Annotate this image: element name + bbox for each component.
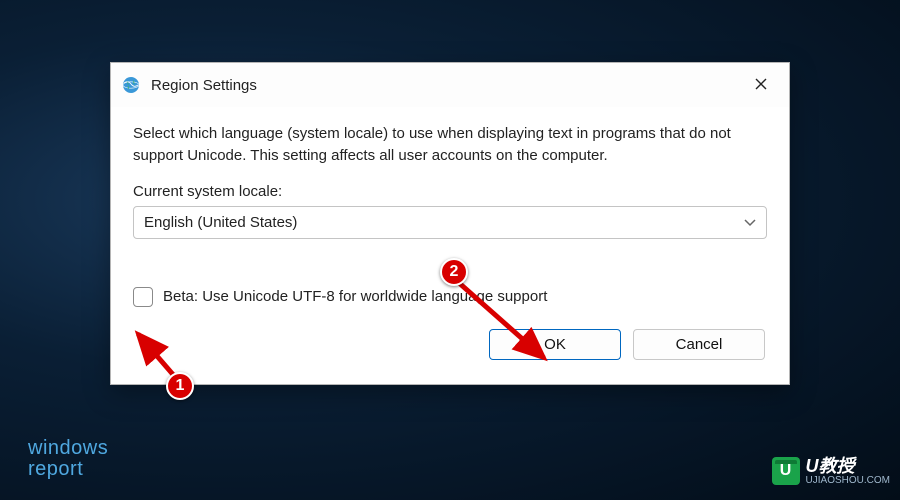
- utf8-checkbox[interactable]: [133, 287, 153, 307]
- annotation-arrow-2: [446, 270, 566, 370]
- watermark-left: windows report: [28, 438, 108, 480]
- watermark-text: U教授 UJIAOSHOU.COM: [806, 457, 890, 486]
- close-icon: [755, 75, 767, 95]
- chevron-down-icon: [744, 215, 756, 230]
- watermark-left-line1: windows: [28, 438, 108, 459]
- watermark-sub: UJIAOSHOU.COM: [806, 476, 890, 487]
- dialog-description: Select which language (system locale) to…: [133, 123, 767, 167]
- locale-dropdown[interactable]: English (United States): [133, 206, 767, 239]
- dialog-title: Region Settings: [151, 77, 743, 94]
- close-button[interactable]: [743, 71, 779, 99]
- watermark-badge: U: [772, 457, 800, 485]
- globe-icon: [121, 75, 141, 95]
- watermark-left-line2: report: [28, 459, 108, 480]
- titlebar: Region Settings: [111, 63, 789, 107]
- locale-label: Current system locale:: [133, 183, 767, 200]
- watermark-right: U U教授 UJIAOSHOU.COM: [772, 457, 890, 486]
- cancel-button[interactable]: Cancel: [633, 329, 765, 360]
- watermark-main: U教授: [806, 457, 890, 476]
- annotation-marker-1: 1: [166, 372, 194, 400]
- locale-value: English (United States): [144, 214, 297, 231]
- annotation-marker-2: 2: [440, 258, 468, 286]
